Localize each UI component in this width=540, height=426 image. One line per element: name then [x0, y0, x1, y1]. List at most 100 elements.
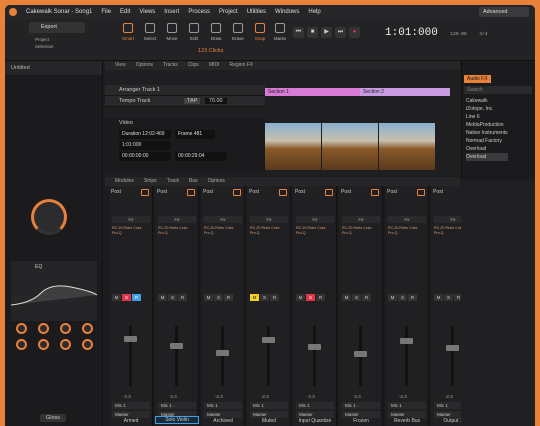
section-1[interactable]: Section 1	[265, 88, 360, 96]
plugin-proq[interactable]: Pro-Q	[388, 231, 426, 236]
power-button[interactable]	[371, 189, 379, 196]
output-select[interactable]: Master	[296, 411, 334, 418]
volume-fader[interactable]	[354, 351, 367, 357]
menu-strips[interactable]: Strips	[144, 177, 157, 186]
arm-button[interactable]: R	[132, 294, 141, 301]
volume-fader[interactable]	[170, 343, 183, 349]
output-select[interactable]: Master	[342, 411, 380, 418]
plugin-proq[interactable]: Pro-Q	[342, 231, 380, 236]
arm-button[interactable]: R	[316, 294, 325, 301]
output-select[interactable]: Master	[112, 411, 150, 418]
mute-button[interactable]: M	[434, 294, 443, 301]
input-select[interactable]: Mic 1	[112, 402, 150, 409]
plugin-proq[interactable]: Pro-Q	[158, 231, 196, 236]
play-button[interactable]: ▶	[321, 27, 332, 38]
fx-bin[interactable]: FX	[204, 216, 242, 223]
volume-fader[interactable]	[400, 338, 413, 344]
video-start-field[interactable]: 1:01:000	[119, 141, 171, 150]
solo-button[interactable]: S	[352, 294, 361, 301]
channel-name[interactable]: Solo Violin	[155, 416, 199, 424]
record-button[interactable]: ●	[349, 27, 360, 38]
arm-button[interactable]: R	[362, 294, 371, 301]
channel-name[interactable]: Archived	[201, 418, 245, 424]
input-select[interactable]: Mic 1	[296, 402, 334, 409]
channel-name[interactable]: Frozen	[339, 418, 383, 424]
menu-tracks[interactable]: Tracks	[163, 61, 178, 70]
output-select[interactable]: Master	[204, 411, 242, 418]
menu-utilities[interactable]: Utilities	[247, 9, 266, 15]
video-time-2[interactable]: 00:00:29:04	[175, 152, 227, 161]
solo-button[interactable]: S	[168, 294, 177, 301]
rewind-button[interactable]: ⏮	[293, 27, 304, 38]
plugin-proq[interactable]: Pro-Q	[296, 231, 334, 236]
arranger-track[interactable]: Arranger Track 1	[105, 85, 265, 96]
eq-lowmid-gain-knob[interactable]	[37, 339, 49, 350]
section-2[interactable]: Section 2	[360, 88, 450, 96]
channel-name[interactable]: Armed	[109, 418, 153, 424]
fx-bin[interactable]: FX	[342, 216, 380, 223]
menu-region-fx[interactable]: Region FX	[230, 61, 254, 70]
menu-view[interactable]: View	[115, 61, 126, 70]
mute-button[interactable]: M	[388, 294, 397, 301]
mute-button[interactable]: M	[342, 294, 351, 301]
input-select[interactable]: Mic 1	[204, 402, 242, 409]
menu-bus[interactable]: Bus	[189, 177, 198, 186]
menu-insert[interactable]: Insert	[164, 9, 179, 15]
export-button[interactable]: Export	[29, 22, 85, 33]
menu-windows[interactable]: Windows	[275, 9, 299, 15]
menu-midi[interactable]: MIDI	[209, 61, 220, 70]
power-button[interactable]	[279, 189, 287, 196]
menu-options[interactable]: Options	[136, 61, 153, 70]
mute-button[interactable]: M	[112, 294, 121, 301]
list-item[interactable]: Native Instruments	[466, 129, 508, 137]
menu-console-options[interactable]: Options	[208, 177, 225, 186]
menu-help[interactable]: Help	[308, 9, 320, 15]
list-item[interactable]: iZotope, Inc.	[466, 105, 508, 113]
list-item[interactable]: Line 6	[466, 113, 508, 121]
arm-button[interactable]: R	[178, 294, 187, 301]
select-tool[interactable]: Select	[139, 23, 161, 41]
eq-low-knob[interactable]	[15, 323, 27, 334]
output-select[interactable]: Master	[250, 411, 288, 418]
list-item[interactable]: Cakewalk	[466, 97, 508, 105]
arm-button[interactable]: R	[224, 294, 233, 301]
fx-bin[interactable]: FX	[296, 216, 334, 223]
clicks-display[interactable]: 123 Clicks	[198, 48, 223, 54]
power-button[interactable]	[233, 189, 241, 196]
smart-tool[interactable]: Smart	[117, 23, 139, 41]
browser-search-input[interactable]: Search	[464, 86, 532, 94]
list-item[interactable]: MeldaProduction	[466, 121, 508, 129]
solo-button[interactable]: S	[444, 294, 453, 301]
solo-button[interactable]: S	[260, 294, 269, 301]
fx-bin[interactable]: FX	[250, 216, 288, 223]
solo-button[interactable]: S	[122, 294, 131, 301]
tempo-display[interactable]: 120.00	[450, 32, 466, 37]
list-item-selected[interactable]: Overloud	[466, 153, 508, 161]
plugin-proq[interactable]: Pro-Q	[250, 231, 288, 236]
menu-edit[interactable]: Edit	[120, 9, 130, 15]
input-select[interactable]: Mic 1	[250, 402, 288, 409]
gloss-button[interactable]: Gloss	[40, 414, 67, 422]
input-select[interactable]: Mic 1	[342, 402, 380, 409]
arm-button[interactable]: R	[408, 294, 417, 301]
list-item[interactable]: Overloud	[466, 145, 508, 153]
eq-high-knob[interactable]	[81, 323, 93, 334]
menu-clips[interactable]: Clips	[188, 61, 199, 70]
tap-button[interactable]: TAP	[184, 98, 201, 104]
output-select[interactable]: Master	[388, 411, 426, 418]
mute-button[interactable]: M	[296, 294, 305, 301]
mute-button[interactable]: M	[158, 294, 167, 301]
move-tool[interactable]: Move	[161, 23, 183, 41]
menu-modules[interactable]: Modules	[115, 177, 134, 186]
power-button[interactable]	[417, 189, 425, 196]
fx-bin[interactable]: FX	[158, 216, 196, 223]
erase-tool[interactable]: Erase	[227, 23, 249, 41]
volume-fader[interactable]	[124, 336, 137, 342]
list-item[interactable]: Normad Factory	[466, 137, 508, 145]
volume-fader[interactable]	[446, 345, 459, 351]
channel-name[interactable]: Reverb Bus	[385, 418, 429, 424]
eq-lowmid-knob[interactable]	[37, 323, 49, 334]
meter-display[interactable]: 4/4	[479, 32, 487, 37]
tempo-value[interactable]: 70.00	[204, 98, 227, 104]
plugin-proq[interactable]: Pro-Q	[112, 231, 150, 236]
